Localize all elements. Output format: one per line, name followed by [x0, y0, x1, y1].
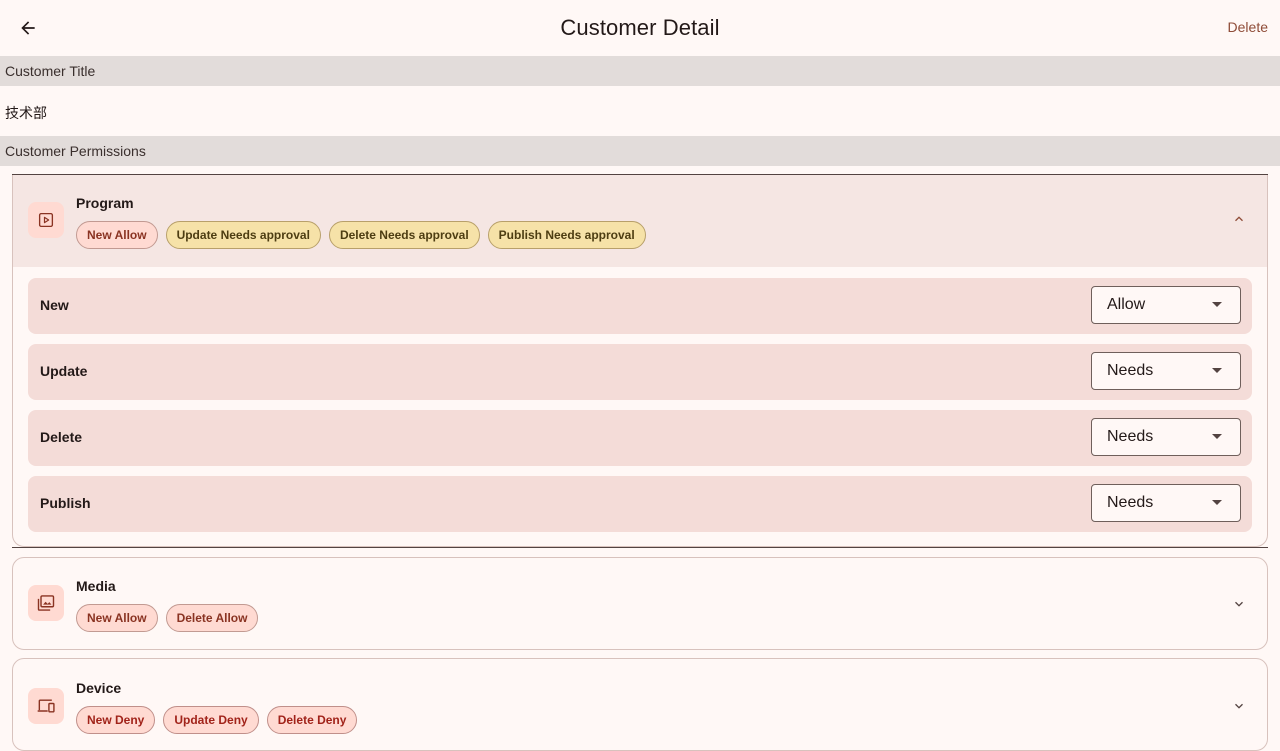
program-card-title: Program: [76, 195, 134, 211]
permission-card-media: Media New Allow Delete Allow: [12, 557, 1268, 650]
dropdown-value: Needs: [1107, 362, 1154, 379]
permission-row-update: Update Needs: [28, 344, 1252, 400]
permission-label: Publish: [40, 495, 91, 511]
permission-row-delete: Delete Needs: [28, 410, 1252, 466]
media-chip-list: New Allow Delete Allow: [76, 604, 259, 632]
play-box-icon: [38, 212, 54, 228]
permission-card-program: Program New Allow Update Needs approval …: [12, 175, 1268, 547]
chip-program-delete: Delete Needs approval: [328, 221, 480, 249]
customer-title-value: 技术部: [5, 105, 47, 121]
dropdown-value: Needs: [1107, 494, 1154, 511]
permission-dropdown-delete[interactable]: Needs: [1091, 418, 1241, 456]
dropdown-arrow-icon: [1212, 368, 1222, 373]
chip-device-update: Update Deny: [163, 706, 259, 734]
back-button[interactable]: [12, 12, 44, 44]
program-card-header[interactable]: Program New Allow Update Needs approval …: [13, 175, 1267, 267]
permission-dropdown-new[interactable]: Allow: [1091, 286, 1241, 324]
chip-media-delete: Delete Allow: [165, 604, 259, 632]
media-icon-badge: [28, 585, 64, 621]
permission-label: Update: [40, 363, 88, 379]
media-card-header[interactable]: Media New Allow Delete Allow: [13, 558, 1267, 649]
permission-row-publish: Publish Needs: [28, 476, 1252, 532]
chevron-up-icon[interactable]: [1231, 211, 1247, 227]
permission-dropdown-publish[interactable]: Needs: [1091, 484, 1241, 522]
delete-button[interactable]: Delete: [1228, 19, 1268, 35]
photo-library-icon: [37, 595, 55, 611]
device-card-title: Device: [76, 680, 122, 696]
program-permission-list: New Allow Update Needs Delete Needs Publ…: [13, 267, 1267, 532]
chevron-down-icon[interactable]: [1231, 698, 1247, 714]
device-icon-badge: [28, 688, 64, 724]
permission-row-new: New Allow: [28, 278, 1252, 334]
dropdown-arrow-icon: [1212, 302, 1222, 307]
program-icon-badge: [28, 202, 64, 238]
program-chip-list: New Allow Update Needs approval Delete N…: [76, 221, 646, 249]
permission-label: New: [40, 297, 69, 313]
permission-label: Delete: [40, 429, 83, 445]
chip-device-delete: Delete Deny: [266, 706, 358, 734]
permission-card-device: Device New Deny Update Deny Delete Deny: [12, 658, 1268, 751]
dropdown-arrow-icon: [1212, 434, 1222, 439]
customer-permissions-header: Customer Permissions: [0, 136, 1280, 166]
dropdown-arrow-icon: [1212, 500, 1222, 505]
app-bar: Customer Detail Delete: [0, 0, 1280, 56]
divider: [12, 547, 1268, 548]
chevron-down-icon[interactable]: [1231, 596, 1247, 612]
dropdown-value: Allow: [1107, 296, 1146, 313]
chip-device-new: New Deny: [76, 706, 156, 734]
device-chip-list: New Deny Update Deny Delete Deny: [76, 706, 358, 734]
permission-dropdown-update[interactable]: Needs: [1091, 352, 1241, 390]
customer-title-header: Customer Title: [0, 56, 1280, 86]
dropdown-value: Needs: [1107, 428, 1154, 445]
devices-icon: [37, 699, 55, 713]
chip-program-publish: Publish Needs approval: [487, 221, 646, 249]
chip-program-update: Update Needs approval: [165, 221, 321, 249]
media-card-title: Media: [76, 578, 116, 594]
page-title: Customer Detail: [560, 15, 720, 40]
chip-media-new: New Allow: [76, 604, 158, 632]
device-card-header[interactable]: Device New Deny Update Deny Delete Deny: [13, 659, 1267, 750]
chip-program-new: New Allow: [76, 221, 158, 249]
arrow-back-icon: [21, 21, 35, 35]
